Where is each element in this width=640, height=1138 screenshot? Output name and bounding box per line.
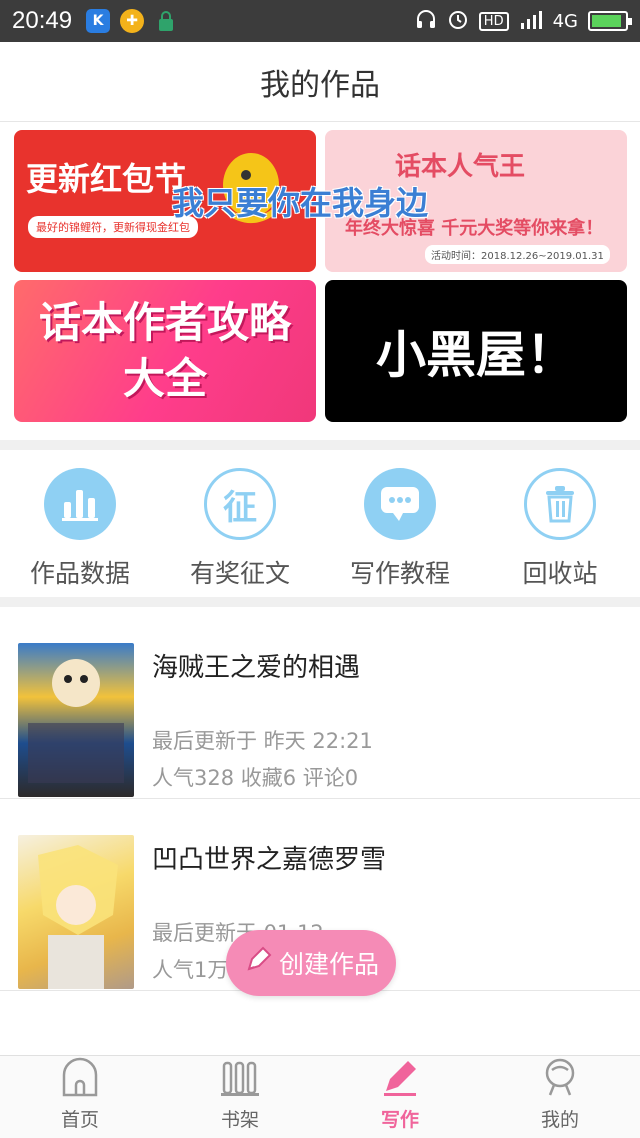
tab-bookshelf[interactable]: 书架 xyxy=(160,1056,320,1138)
banner-title: 更新红包节 xyxy=(26,160,187,198)
signal-icon xyxy=(519,9,543,34)
tool-prize-contest[interactable]: 征 有奖征文 xyxy=(160,450,320,597)
bottom-tab-bar: 首页 书架 写作 我的 xyxy=(0,1055,640,1138)
trash-icon xyxy=(524,468,596,540)
banner-date: 活动时间：2018.12.26~2019.01.31 xyxy=(425,245,610,264)
create-button-label: 创建作品 xyxy=(278,950,379,979)
bar-chart-icon xyxy=(44,468,116,540)
create-work-button[interactable]: 创建作品 xyxy=(226,930,396,996)
banner-title: 话本作者攻略大全 xyxy=(38,298,291,403)
chat-bubble-icon xyxy=(364,468,436,540)
home-icon xyxy=(60,1057,100,1101)
pencil-icon xyxy=(243,945,273,981)
tool-label: 回收站 xyxy=(522,559,598,588)
work-title: 海贼王之爱的相遇 xyxy=(152,653,361,683)
work-stats: 人气1万 xyxy=(152,958,229,982)
tool-label: 写作教程 xyxy=(349,559,450,588)
tab-label: 首页 xyxy=(60,1109,99,1131)
tool-recycle-bin[interactable]: 回收站 xyxy=(480,450,640,597)
list-item[interactable]: 海贼王之爱的相遇 最后更新于 昨天 22:21 人气328 收藏6 评论0 xyxy=(0,607,640,799)
tab-label: 书架 xyxy=(220,1109,259,1131)
k-app-icon: K xyxy=(86,9,111,33)
tool-row: 作品数据 征 有奖征文 写作教程 回收站 xyxy=(0,450,640,597)
tool-label: 有奖征文 xyxy=(189,559,290,588)
section-divider xyxy=(0,597,640,607)
profile-icon xyxy=(540,1057,580,1101)
status-right: HD 4G xyxy=(415,8,632,35)
pen-icon xyxy=(380,1057,420,1101)
title-bar: 我的作品 xyxy=(0,42,640,122)
hd-icon: HD xyxy=(478,11,509,31)
work-title: 凹凸世界之嘉德罗雪 xyxy=(152,845,387,875)
section-divider xyxy=(0,440,640,450)
bookshelf-icon xyxy=(220,1057,260,1101)
tab-write[interactable]: 写作 xyxy=(320,1056,480,1138)
status-time: 20:49 xyxy=(12,7,73,34)
overlay-caption: 我只要你在我身边 xyxy=(172,184,429,222)
cover-image xyxy=(18,643,134,797)
tool-label: 作品数据 xyxy=(29,559,130,588)
banner-black-room[interactable]: 小黑屋！ xyxy=(325,280,627,422)
alarm-icon xyxy=(447,8,469,35)
banner-author-guide[interactable]: 话本作者攻略大全 xyxy=(14,280,316,422)
tab-label: 我的 xyxy=(540,1109,579,1131)
headphones-icon xyxy=(415,8,437,35)
game-icon: ✚ xyxy=(120,9,145,33)
zheng-icon: 征 xyxy=(204,468,276,540)
status-left-icons: K ✚ xyxy=(86,9,178,33)
banner-grid: 更新红包节 最好的锦鲤符，更新得现金红包 话本人气王 年终大惊喜 千元大奖等你来… xyxy=(0,122,640,440)
cover-image xyxy=(18,835,134,989)
tool-work-data[interactable]: 作品数据 xyxy=(0,450,160,597)
tab-home[interactable]: 首页 xyxy=(0,1056,160,1138)
work-updated: 最后更新于 昨天 22:21 xyxy=(152,729,373,753)
page-title: 我的作品 xyxy=(260,67,380,103)
tab-profile[interactable]: 我的 xyxy=(480,1056,640,1138)
tool-writing-tutorial[interactable]: 写作教程 xyxy=(320,450,480,597)
network-label: 4G xyxy=(552,10,578,32)
lock-icon xyxy=(154,9,178,33)
work-stats: 人气328 收藏6 评论0 xyxy=(152,766,359,790)
status-bar: 20:49 K ✚ HD 4G xyxy=(0,0,640,42)
battery-icon xyxy=(588,11,632,31)
banner-title: 小黑屋！ xyxy=(376,326,576,384)
tab-label: 写作 xyxy=(380,1109,419,1131)
